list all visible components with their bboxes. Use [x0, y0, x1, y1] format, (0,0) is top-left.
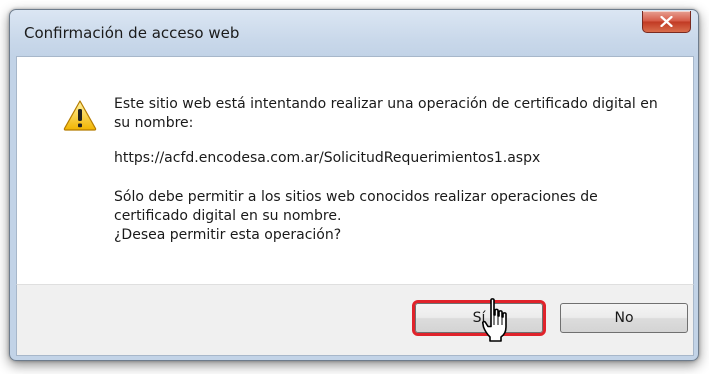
dialog-title: Confirmación de acceso web [24, 24, 240, 42]
dialog-window: Confirmación de acceso web Este sitio we… [9, 9, 699, 361]
site-url: https://acfd.encodesa.com.ar/SolicitudRe… [114, 150, 541, 166]
warning-message: Este sitio web está intentando realizar … [114, 96, 658, 131]
close-button[interactable] [642, 11, 691, 33]
warning-icon [63, 100, 97, 131]
question-message: ¿Desea permitir esta operación? [114, 227, 342, 243]
dialog-content: Este sitio web está intentando realizar … [16, 56, 694, 285]
hand-pointer-icon [482, 298, 507, 342]
notice-message: Sólo debe permitir a los sitios web cono… [114, 189, 598, 224]
title-bar[interactable]: Confirmación de acceso web [10, 10, 698, 56]
message-block: Este sitio web está intentando realizar … [114, 95, 674, 245]
yes-button[interactable]: Sí [412, 300, 546, 336]
close-icon [660, 16, 673, 27]
no-button[interactable]: No [560, 303, 688, 333]
button-bar: Sí No [16, 284, 694, 356]
